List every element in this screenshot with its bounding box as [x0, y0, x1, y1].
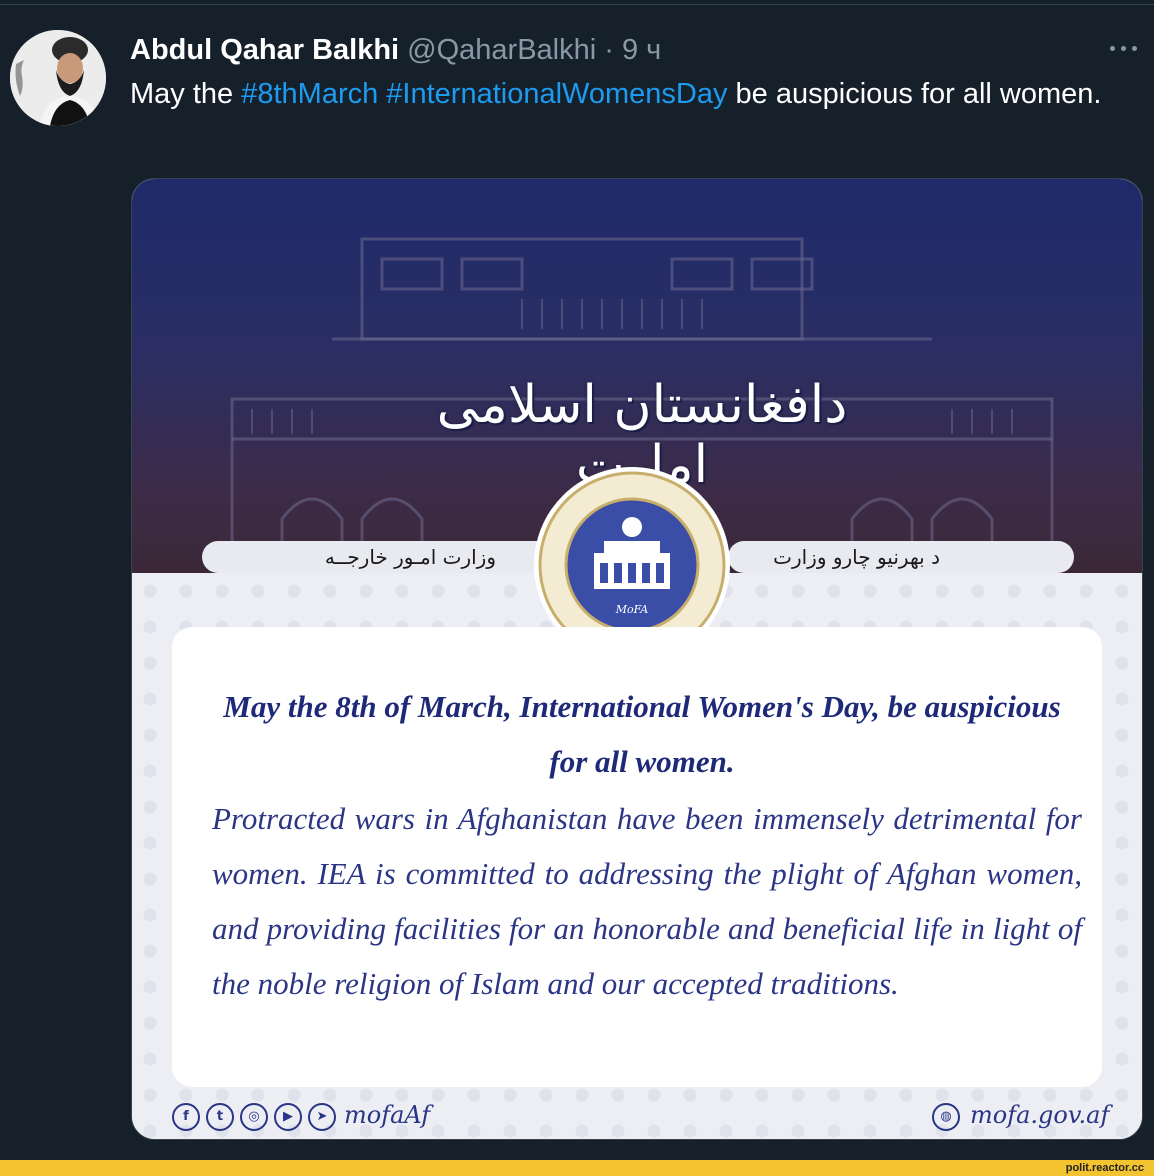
ministry-label-dari-text: وزارت امـور خارجــه — [324, 545, 496, 569]
more-icon[interactable] — [1104, 34, 1144, 64]
image-footer: f t ◎ ▶ ➤ mofaAf ◍ mofa.gov.af — [132, 1093, 1142, 1139]
avatar[interactable] — [10, 30, 106, 126]
author-name[interactable]: Abdul Qahar Balkhi — [130, 34, 399, 66]
ministry-label-dari: وزارت امـور خارجــه — [202, 541, 568, 573]
message-headline: May the 8th of March, International Wome… — [223, 689, 1061, 779]
seal-label: MoFA — [615, 603, 649, 616]
hashtag-8thmarch[interactable]: #8thMarch — [241, 78, 378, 110]
instagram-icon: ◎ — [240, 1103, 268, 1131]
tweet-text: May the #8thMarch #InternationalWomensDa… — [130, 74, 1120, 114]
tweet-image-card[interactable]: دافغانستان اسلامی امارت وزارت امـور خارج… — [131, 178, 1143, 1140]
watermark-bar — [0, 1160, 1154, 1176]
ministry-label-pashto: د بهرنیو چارو وزارت — [728, 541, 1074, 573]
author-handle[interactable]: @QaharBalkhi — [407, 34, 596, 66]
website-url: mofa.gov.af — [970, 1101, 1110, 1129]
message-body: Protracted wars in Afghanistan have been… — [212, 801, 1082, 1001]
tweet-header: Abdul Qahar Balkhi @QaharBalkhi · 9 ч — [130, 30, 661, 70]
telegram-icon: ➤ — [308, 1103, 336, 1131]
watermark-text: polit.reactor.cc — [1065, 1162, 1144, 1174]
separator-dot: · — [604, 34, 614, 66]
top-divider — [0, 4, 1154, 5]
ministry-label-pashto-text: د بهرنیو چارو وزارت — [773, 545, 940, 569]
facebook-icon: f — [172, 1103, 200, 1131]
tweet-text-suffix: be auspicious for all women. — [727, 78, 1102, 110]
social-handle: mofaAf — [344, 1101, 431, 1129]
twitter-icon: t — [206, 1103, 234, 1131]
tweet-text-prefix: May the — [130, 78, 242, 110]
youtube-icon: ▶ — [274, 1103, 302, 1131]
tweet-time[interactable]: 9 ч — [622, 34, 661, 66]
globe-icon: ◍ — [932, 1103, 960, 1131]
hashtag-internationalwomensday[interactable]: #InternationalWomensDay — [386, 78, 727, 110]
